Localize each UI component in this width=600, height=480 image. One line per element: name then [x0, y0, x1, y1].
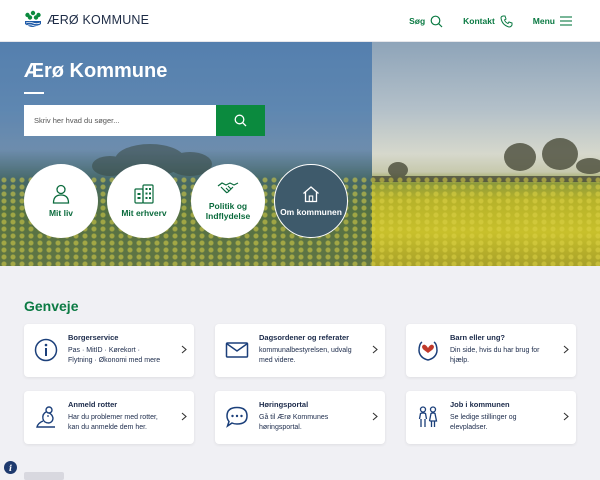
rat-icon — [36, 406, 55, 428]
card-title: Høringsportal — [259, 400, 309, 409]
circle-label: Mit erhverv — [121, 207, 167, 218]
circle-politik[interactable]: Politik og Indflydelse — [191, 164, 265, 238]
circle-label-line2: Indflydelse — [205, 211, 251, 221]
logo-icon — [25, 10, 41, 27]
handshake-icon — [217, 182, 239, 194]
chevron-right-icon — [181, 412, 187, 421]
card-title: Dagsordener og referater — [259, 333, 350, 342]
circle-label: Politik og — [208, 200, 248, 211]
chevron-right-icon — [372, 412, 378, 421]
card-description: Se ledige stillinger og elevpladser. — [450, 414, 517, 432]
search-nav-label: Søg — [409, 16, 426, 26]
menu-nav-label: Menu — [532, 16, 555, 26]
hero-banner: Ærø Kommune Mit liv Mit erhverv — [0, 42, 600, 266]
logo-text: ÆRØ KOMMUNE — [47, 13, 150, 27]
phone-icon — [500, 15, 513, 28]
info-icon: i — [8, 462, 13, 473]
circle-mit-liv[interactable]: Mit liv — [24, 164, 98, 238]
hand-heart-icon — [418, 341, 438, 361]
mail-icon — [225, 342, 249, 358]
circle-om-kommunen[interactable]: Om kommunen — [274, 164, 348, 238]
home-icon — [303, 186, 319, 203]
accessibility-info-button[interactable]: i — [4, 461, 17, 474]
hero-divider — [24, 92, 44, 94]
card-title: Barn eller ung? — [450, 333, 506, 342]
chevron-right-icon — [563, 412, 569, 421]
card-description: Har du problemer med rotter, kan du anmel… — [68, 414, 158, 432]
shortcut-card-barn-eller-ung[interactable]: Barn eller ung? Din side, hvis du har br… — [406, 324, 576, 377]
card-title: Anmeld rotter — [68, 400, 118, 409]
search-icon — [430, 15, 443, 27]
shortcut-card-anmeld-rotter[interactable]: Anmeld rotter Har du problemer med rotte… — [24, 391, 194, 444]
info-icon — [34, 338, 58, 362]
card-title: Borgerservice — [68, 333, 119, 342]
chevron-right-icon — [372, 345, 378, 354]
shortcut-card-dagsordener[interactable]: Dagsordener og referater kommunalbestyre… — [215, 324, 385, 377]
people-icon — [418, 406, 438, 427]
top-nav: Søg Kontakt Menu — [389, 0, 572, 42]
site-logo[interactable]: ÆRØ KOMMUNE — [24, 10, 149, 30]
shortcut-card-job[interactable]: Job i kommunen Se ledige stillinger og el… — [406, 391, 576, 444]
next-section-heading-peek — [24, 472, 64, 480]
card-title: Job i kommunen — [450, 400, 510, 409]
card-description: Pas · MitID · Kørekort · Flytning · Økono… — [68, 347, 161, 365]
chevron-right-icon — [563, 345, 569, 354]
business-icon — [134, 184, 154, 204]
contact-nav-label: Kontakt — [463, 16, 495, 26]
circle-label: Om kommunen — [280, 206, 342, 217]
person-icon — [52, 184, 70, 204]
search-input[interactable] — [24, 105, 216, 136]
chevron-right-icon — [181, 345, 187, 354]
hero-title: Ærø Kommune — [24, 60, 168, 82]
contact-nav-button[interactable]: Kontakt — [463, 15, 513, 28]
speech-bubble-icon — [226, 406, 248, 428]
site-header: ÆRØ KOMMUNE Søg Kontakt Menu — [0, 0, 600, 42]
shortcut-card-hoeringsportal[interactable]: Høringsportal Gå til Ærø Kommunes hørings… — [215, 391, 385, 444]
circle-label: Mit liv — [48, 207, 74, 218]
search-icon — [234, 114, 247, 127]
search-submit-button[interactable] — [216, 105, 265, 136]
shortcuts-title: Genveje — [24, 298, 79, 314]
card-description: kommunalbestyrelsen, udvalg med videre. — [259, 347, 352, 365]
circle-mit-erhverv[interactable]: Mit erhverv — [107, 164, 181, 238]
card-description: Din side, hvis du har brug for hjælp. — [450, 347, 540, 365]
card-description: Gå til Ærø Kommunes høringsportal. — [259, 414, 329, 432]
menu-nav-button[interactable]: Menu — [533, 16, 572, 26]
search-nav-button[interactable]: Søg — [409, 15, 443, 28]
shortcut-card-borgerservice[interactable]: Borgerservice Pas · MitID · Kørekort · Fl… — [24, 324, 194, 377]
hamburger-icon — [560, 16, 572, 26]
